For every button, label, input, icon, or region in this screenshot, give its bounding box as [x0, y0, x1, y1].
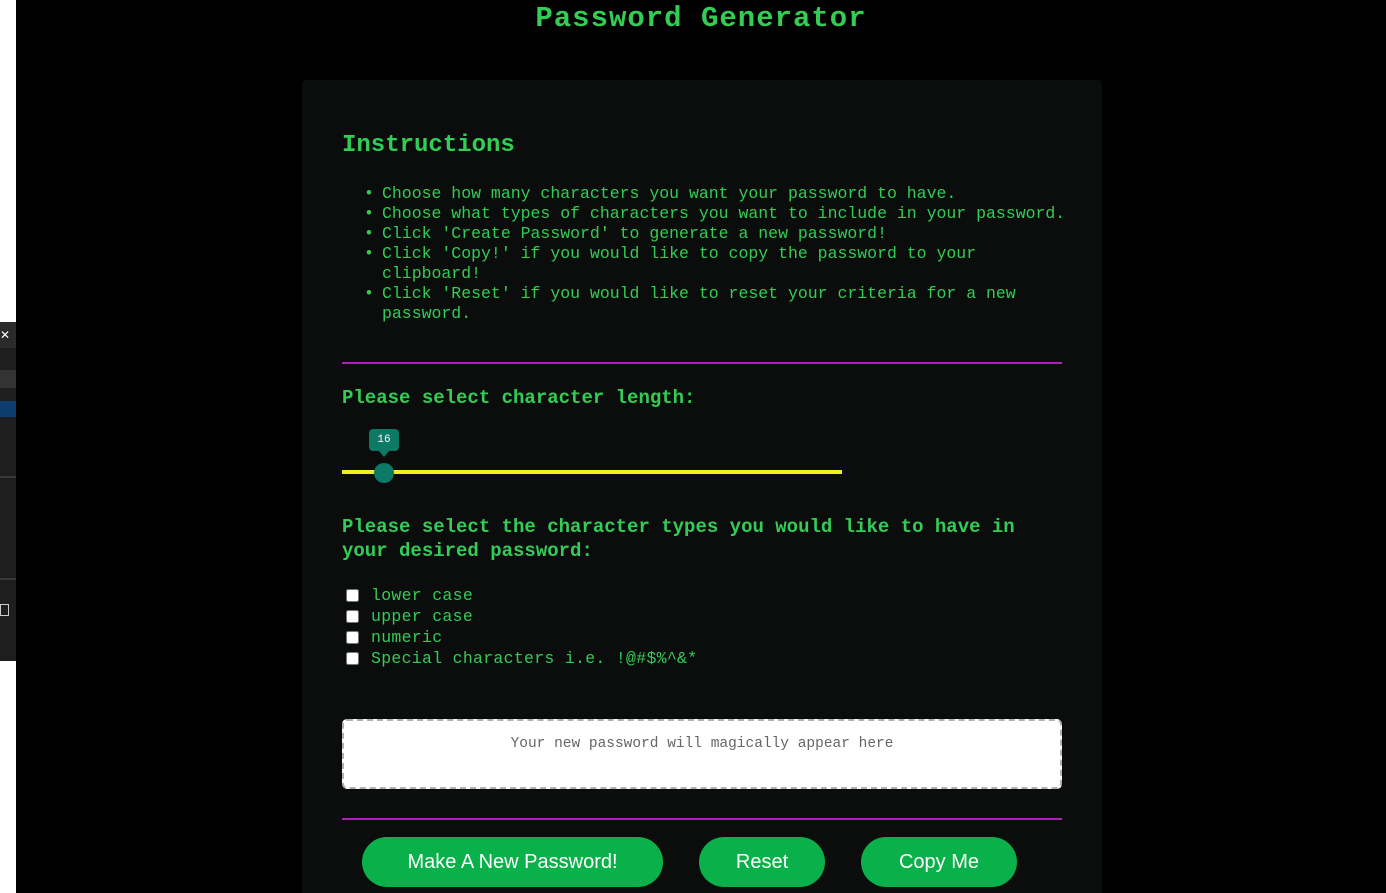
instruction-item: Choose how many characters you want your… — [364, 184, 1072, 204]
length-label: Please select character length: — [342, 387, 696, 409]
background-window-row — [0, 370, 16, 388]
lower-case-label: lower case — [371, 586, 474, 605]
numeric-checkbox[interactable] — [346, 631, 359, 644]
section-divider — [342, 818, 1062, 820]
instructions-title: Instructions — [342, 132, 515, 159]
copy-button[interactable]: Copy Me — [861, 837, 1017, 887]
password-output[interactable] — [342, 719, 1062, 789]
length-slider-track[interactable] — [342, 470, 842, 474]
character-types-list: lower case upper case numeric Special ch… — [342, 585, 697, 669]
instruction-item: Choose what types of characters you want… — [364, 204, 1072, 224]
instructions-list: Choose how many characters you want your… — [342, 184, 1072, 324]
length-slider-thumb[interactable] — [374, 463, 394, 483]
special-characters-checkbox[interactable] — [346, 652, 359, 665]
length-value-bubble: 16 — [369, 429, 399, 457]
generate-password-button[interactable]: Make A New Password! — [362, 837, 663, 887]
checkbox-row-lower-case: lower case — [342, 585, 697, 606]
checkbox-row-special: Special characters i.e. !@#$%^&* — [342, 648, 697, 669]
window-icon — [0, 604, 9, 616]
reset-button[interactable]: Reset — [699, 837, 825, 887]
instruction-item: Click 'Copy!' if you would like to copy … — [364, 244, 1072, 284]
background-window-selected-row — [0, 401, 16, 417]
page-title: Password Generator — [535, 2, 867, 35]
lower-case-checkbox[interactable] — [346, 589, 359, 602]
background-window-separator — [0, 476, 16, 478]
section-divider — [342, 362, 1062, 364]
background-window-separator — [0, 578, 16, 580]
checkbox-row-upper-case: upper case — [342, 606, 697, 627]
upper-case-checkbox[interactable] — [346, 610, 359, 623]
special-characters-label: Special characters i.e. !@#$%^&* — [371, 649, 698, 668]
character-types-label: Please select the character types you wo… — [342, 516, 1015, 562]
numeric-label: numeric — [371, 628, 443, 647]
instruction-item: Click 'Reset' if you would like to reset… — [364, 284, 1072, 324]
checkbox-row-numeric: numeric — [342, 627, 697, 648]
close-icon[interactable]: ✕ — [0, 326, 10, 344]
upper-case-label: upper case — [371, 607, 474, 626]
instruction-item: Click 'Create Password' to generate a ne… — [364, 224, 1072, 244]
generator-card: Instructions Choose how many characters … — [302, 80, 1102, 893]
